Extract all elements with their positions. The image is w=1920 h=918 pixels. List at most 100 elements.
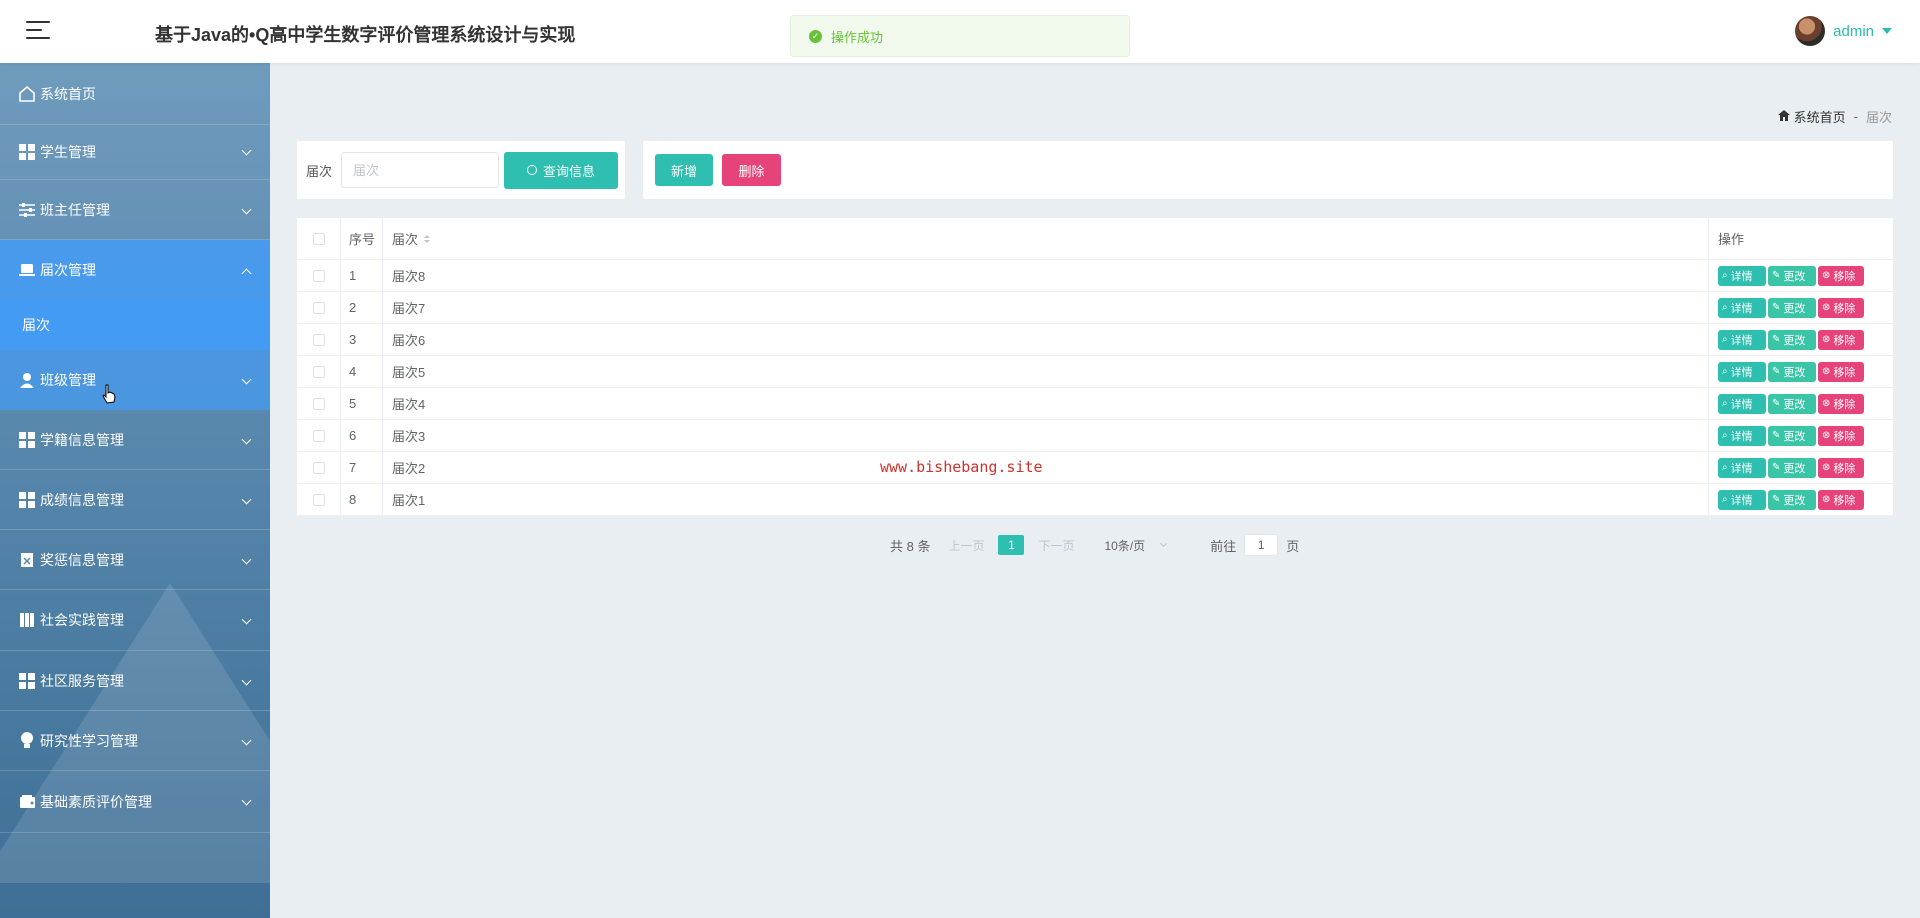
row-checkbox[interactable]: [312, 365, 325, 378]
remove-label: 移除: [1833, 462, 1856, 475]
detail-button[interactable]: ⌕ 详情: [1718, 329, 1766, 350]
sidebar-item-headteacher[interactable]: 班主任管理: [0, 180, 270, 240]
sidebar-item-label: 社会实践管理: [40, 612, 124, 628]
sidebar-item-label: 奖惩信息管理: [40, 551, 124, 568]
search-input[interactable]: [341, 152, 500, 188]
edit-button[interactable]: ✎ 更改: [1768, 457, 1816, 478]
chevron-down-icon: [241, 614, 252, 625]
sidebar-item-session[interactable]: 届次管理: [0, 240, 270, 300]
remove-icon: ⊗: [1822, 494, 1831, 505]
row-ops: ⌕ 详情 ✎ 更改 ⊗ 移除: [1709, 356, 1893, 387]
remove-button[interactable]: ⊗ 移除: [1818, 457, 1864, 478]
remove-label: 移除: [1833, 334, 1856, 347]
edit-icon: ✎: [1772, 366, 1781, 377]
breadcrumb-current: 届次: [1865, 110, 1892, 125]
sidebar-item-label: 学籍信息管理: [40, 431, 124, 448]
detail-button[interactable]: ⌕ 详情: [1718, 361, 1766, 382]
delete-button[interactable]: 删除: [722, 154, 781, 186]
user-icon: [18, 371, 36, 389]
row-checkbox[interactable]: [312, 461, 325, 474]
sidebar-item-rewards[interactable]: 奖惩信息管理: [0, 530, 270, 590]
search-button[interactable]: 查询信息: [504, 151, 619, 189]
user-menu[interactable]: admin: [1795, 16, 1892, 46]
check-circle-icon: ✓: [809, 29, 822, 43]
remove-button[interactable]: ⊗ 移除: [1818, 329, 1864, 350]
detail-label: 详情: [1730, 462, 1753, 475]
edit-button[interactable]: ✎ 更改: [1768, 425, 1816, 446]
search-label: 届次: [306, 163, 333, 179]
detail-button[interactable]: ⌕ 详情: [1718, 265, 1766, 286]
sidebar-item-enrollment[interactable]: 学籍信息管理: [0, 410, 270, 470]
sidebar-item-label: 成绩信息管理: [40, 491, 124, 508]
row-checkbox[interactable]: [312, 269, 325, 282]
header-ops: 操作: [1718, 232, 1745, 247]
row-checkbox-cell: [297, 388, 341, 419]
remove-button[interactable]: ⊗ 移除: [1818, 425, 1864, 446]
remove-icon: ⊗: [1822, 398, 1831, 409]
remove-button[interactable]: ⊗ 移除: [1818, 489, 1864, 510]
edit-label: 更改: [1783, 430, 1806, 443]
row-checkbox[interactable]: [312, 301, 325, 314]
detail-button[interactable]: ⌕ 详情: [1718, 297, 1766, 318]
row-name: 届次7: [383, 292, 1709, 323]
detail-button[interactable]: ⌕ 详情: [1718, 393, 1766, 414]
remove-button[interactable]: ⊗ 移除: [1818, 297, 1864, 318]
page-size-select[interactable]: 10条/页: [1105, 537, 1168, 554]
row-checkbox[interactable]: [312, 397, 325, 410]
remove-button[interactable]: ⊗ 移除: [1818, 265, 1864, 286]
edit-button[interactable]: ✎ 更改: [1768, 393, 1816, 414]
sidebar-item-home[interactable]: 系统首页: [0, 63, 270, 125]
edit-button[interactable]: ✎ 更改: [1768, 265, 1816, 286]
row-index: 7: [341, 452, 383, 483]
sort-icon[interactable]: [424, 234, 431, 243]
row-checkbox[interactable]: [312, 333, 325, 346]
sidebar-item-community[interactable]: 社区服务管理: [0, 651, 270, 711]
add-button[interactable]: 新增: [655, 154, 713, 186]
grid-icon: [18, 143, 36, 161]
edit-button[interactable]: ✎ 更改: [1768, 297, 1816, 318]
detail-button[interactable]: ⌕ 详情: [1718, 489, 1766, 510]
grid-icon: [18, 672, 36, 690]
sidebar-item-class[interactable]: 班级管理: [0, 350, 270, 410]
table-row: 8 届次1 ⌕ 详情 ✎ 更改 ⊗ 移除: [297, 484, 1893, 516]
next-page-button[interactable]: 下一页: [1038, 537, 1074, 554]
row-checkbox[interactable]: [312, 429, 325, 442]
row-checkbox[interactable]: [312, 493, 325, 506]
prev-page-button[interactable]: 上一页: [948, 537, 984, 554]
edit-button[interactable]: ✎ 更改: [1768, 361, 1816, 382]
goto-page-input[interactable]: [1244, 534, 1279, 556]
page-number-button[interactable]: 1: [998, 535, 1025, 555]
sidebar-item-quality[interactable]: 基础素质评价管理: [0, 771, 270, 833]
search-icon: ⌕: [1722, 366, 1728, 377]
avatar[interactable]: [1795, 16, 1826, 46]
detail-button[interactable]: ⌕ 详情: [1718, 457, 1766, 478]
remove-label: 移除: [1833, 494, 1856, 507]
select-all-checkbox[interactable]: [312, 232, 325, 245]
username[interactable]: admin: [1833, 23, 1874, 40]
row-checkbox-cell: [297, 452, 341, 483]
remove-label: 移除: [1833, 398, 1856, 411]
chevron-down-icon: [1160, 539, 1168, 548]
menu-toggle-icon[interactable]: [26, 20, 50, 40]
sidebar-item-student[interactable]: 学生管理: [0, 125, 270, 180]
sidebar-item-grades[interactable]: 成绩信息管理: [0, 470, 270, 530]
caret-down-icon[interactable]: [1882, 28, 1892, 34]
edit-button[interactable]: ✎ 更改: [1768, 489, 1816, 510]
row-index: 3: [341, 324, 383, 355]
sidebar-item-research[interactable]: 研究性学习管理: [0, 711, 270, 771]
detail-button[interactable]: ⌕ 详情: [1718, 425, 1766, 446]
sidebar-item-practice[interactable]: 社会实践管理: [0, 590, 270, 651]
breadcrumb-home[interactable]: 系统首页: [1794, 107, 1846, 126]
edit-button[interactable]: ✎ 更改: [1768, 329, 1816, 350]
table-row: 2 届次7 ⌕ 详情 ✎ 更改 ⊗ 移除: [297, 292, 1893, 324]
chevron-down-icon: [241, 434, 252, 445]
grid-icon: [18, 431, 36, 449]
breadcrumb: 系统首页 - 届次: [1777, 107, 1892, 126]
header-name[interactable]: 届次: [383, 218, 1709, 259]
row-index: 8: [341, 484, 383, 515]
detail-label: 详情: [1730, 366, 1753, 379]
chevron-down-icon: [241, 735, 252, 746]
sidebar-subitem-session[interactable]: 届次: [0, 300, 270, 350]
remove-button[interactable]: ⊗ 移除: [1818, 361, 1864, 382]
remove-button[interactable]: ⊗ 移除: [1818, 393, 1864, 414]
